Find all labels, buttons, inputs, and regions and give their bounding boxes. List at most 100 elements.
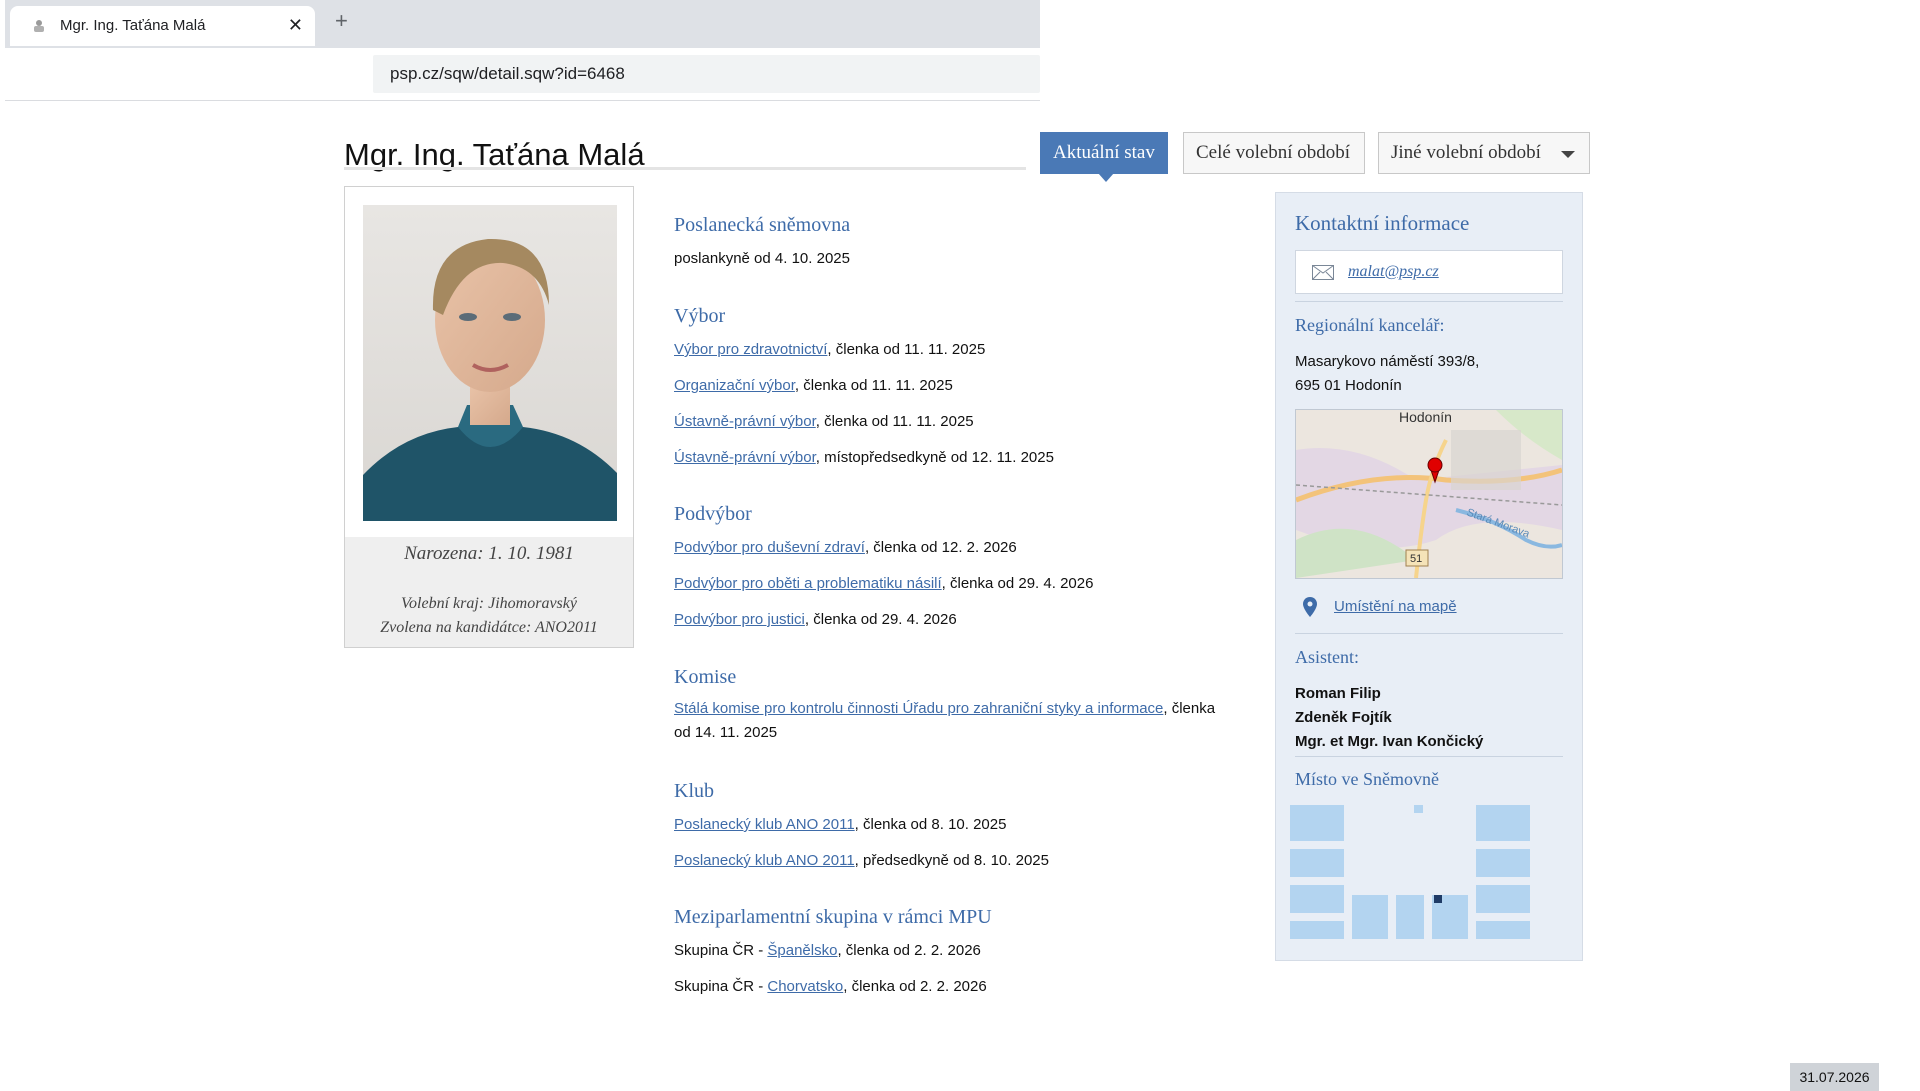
subcommittee-link[interactable]: Podvýbor pro justici bbox=[674, 611, 805, 628]
membership-text: , členka od 11. 11. 2025 bbox=[794, 377, 953, 394]
browser-tab[interactable]: Mgr. Ing. Taťána Malá ✕ bbox=[10, 6, 315, 46]
address-line-1: Masarykovo náměstí 393/8, bbox=[1295, 353, 1480, 370]
country-link[interactable]: Chorvatsko bbox=[767, 978, 843, 995]
chamber-seat-map[interactable] bbox=[1290, 805, 1540, 945]
seat-block bbox=[1352, 895, 1388, 939]
assistant-name: Roman Filip bbox=[1295, 685, 1381, 702]
chamber-membership: poslankyně od 4. 10. 2025 bbox=[674, 250, 850, 267]
date-badge: 31.07.2026 bbox=[1790, 1063, 1879, 1091]
tab-full-term[interactable]: Celé volební období bbox=[1183, 132, 1365, 174]
membership-text: , předsedkyně od 8. 10. 2025 bbox=[854, 852, 1049, 869]
candidate-list: Zvolena na kandidátce: ANO2011 bbox=[380, 619, 598, 636]
committee-link[interactable]: Ústavně-právní výbor bbox=[674, 413, 816, 430]
country-link[interactable]: Španělsko bbox=[767, 942, 837, 959]
assistant-heading: Asistent: bbox=[1295, 647, 1360, 667]
list-item: Skupina ČR - Chorvatsko, členka od 2. 2.… bbox=[674, 978, 987, 995]
address-line-2: 695 01 Hodonín bbox=[1295, 377, 1402, 394]
assistant-name: Zdeněk Fojtík bbox=[1295, 709, 1392, 726]
membership-text: , členka od 29. 4. 2026 bbox=[941, 575, 1094, 592]
regional-office-heading: Regionální kancelář: bbox=[1295, 315, 1445, 335]
list-item: Ústavně-právní výbor, členka od 11. 11. … bbox=[674, 413, 974, 430]
membership-text: , členka od 12. 2. 2026 bbox=[864, 539, 1017, 556]
other-term-dropdown[interactable]: Jiné volební období bbox=[1378, 132, 1590, 174]
club-link[interactable]: Poslanecký klub ANO 2011 bbox=[674, 852, 855, 869]
list-item: Podvýbor pro duševní zdraví, členka od 1… bbox=[674, 539, 1017, 556]
tab-full-term-label: Celé volební období bbox=[1196, 142, 1351, 163]
subcommittee-link[interactable]: Podvýbor pro duševní zdraví bbox=[674, 539, 865, 556]
section-heading-ipu: Meziparlamentní skupina v rámci MPU bbox=[674, 906, 992, 928]
seat-block bbox=[1476, 805, 1530, 841]
seat-block bbox=[1476, 921, 1530, 939]
committee-link[interactable]: Výbor pro zdravotnictví bbox=[674, 341, 827, 358]
subcommittee-link[interactable]: Podvýbor pro oběti a problematiku násilí bbox=[674, 575, 942, 592]
seat-block bbox=[1290, 805, 1344, 841]
map-image: Hodonín Stará Morava 51 bbox=[1296, 410, 1562, 578]
new-tab-button[interactable]: + bbox=[335, 8, 348, 34]
list-item: Poslanecký klub ANO 2011, předsedkyně od… bbox=[674, 852, 1049, 869]
profile-card: Narozena: 1. 10. 1981 Volební kraj: Jiho… bbox=[344, 186, 634, 648]
seat-block bbox=[1290, 921, 1344, 939]
section-heading-club: Klub bbox=[674, 780, 714, 802]
tab-current-state[interactable]: Aktuální stav bbox=[1040, 132, 1168, 182]
title-divider bbox=[344, 167, 1026, 170]
seat-block bbox=[1290, 885, 1344, 913]
group-prefix: Skupina ČR - bbox=[674, 942, 768, 959]
map-location-link[interactable]: Umístění na mapě bbox=[1334, 598, 1457, 615]
seat-block bbox=[1396, 895, 1424, 939]
close-tab-icon[interactable]: ✕ bbox=[288, 15, 303, 36]
browser-toolbar: psp.cz/sqw/detail.sqw?id=6468 bbox=[5, 48, 1040, 101]
membership-text: , členka od 11. 11. 2025 bbox=[815, 413, 974, 430]
seat-heading: Místo ve Sněmovně bbox=[1295, 769, 1439, 789]
committee-link[interactable]: Organizační výbor bbox=[674, 377, 795, 394]
list-item: Organizační výbor, členka od 11. 11. 202… bbox=[674, 377, 953, 394]
membership-text: , členka od 29. 4. 2026 bbox=[804, 611, 957, 628]
assistant-name: Mgr. et Mgr. Ivan Končický bbox=[1295, 733, 1484, 750]
membership-text: , členka od 2. 2. 2026 bbox=[837, 942, 981, 959]
section-heading-committee: Výbor bbox=[674, 305, 726, 327]
birth-date: Narozena: 1. 10. 1981 bbox=[404, 543, 574, 564]
parliament-emblem-icon bbox=[34, 20, 44, 32]
chevron-down-icon bbox=[1561, 151, 1575, 158]
commission-link[interactable]: Stálá komise pro kontrolu činnosti Úřadu… bbox=[674, 700, 1163, 717]
email-box[interactable]: malat@psp.cz bbox=[1295, 250, 1563, 294]
list-item: Poslanecký klub ANO 2011, členka od 8. 1… bbox=[674, 816, 1006, 833]
divider bbox=[1295, 756, 1563, 757]
current-seat-marker bbox=[1434, 895, 1442, 903]
divider bbox=[1295, 633, 1563, 634]
tab-current-state-label: Aktuální stav bbox=[1053, 142, 1155, 163]
group-prefix: Skupina ČR - bbox=[674, 978, 768, 995]
divider bbox=[1295, 301, 1563, 302]
committee-link[interactable]: Ústavně-právní výbor bbox=[674, 449, 816, 466]
membership-text: , členka od 11. 11. 2025 bbox=[827, 341, 986, 358]
electoral-district: Volební kraj: Jihomoravský bbox=[401, 595, 577, 612]
browser-tab-bar: Mgr. Ing. Taťána Malá ✕ + bbox=[5, 0, 1040, 48]
seat-block bbox=[1290, 849, 1344, 877]
map-city-label: Hodonín bbox=[1399, 410, 1452, 425]
contact-heading: Kontaktní informace bbox=[1295, 211, 1470, 235]
map-pin-icon bbox=[1303, 597, 1317, 617]
tab-title: Mgr. Ing. Taťána Malá bbox=[60, 17, 206, 34]
membership-text: , místopředsedkyně od 12. 11. 2025 bbox=[815, 449, 1054, 466]
envelope-icon bbox=[1312, 265, 1334, 280]
membership-text: , členka od 8. 10. 2025 bbox=[854, 816, 1007, 833]
url-text[interactable]: psp.cz/sqw/detail.sqw?id=6468 bbox=[390, 64, 625, 84]
email-link[interactable]: malat@psp.cz bbox=[1348, 263, 1439, 281]
section-heading-chamber: Poslanecká sněmovna bbox=[674, 214, 851, 236]
photo-frame bbox=[345, 187, 633, 537]
list-item: Podvýbor pro justici, členka od 29. 4. 2… bbox=[674, 611, 957, 628]
portrait-photo bbox=[363, 205, 617, 521]
list-item: Ústavně-právní výbor, místopředsedkyně o… bbox=[674, 449, 1054, 466]
list-item: Skupina ČR - Španělsko, členka od 2. 2. … bbox=[674, 942, 981, 959]
list-item: Výbor pro zdravotnictví, členka od 11. 1… bbox=[674, 341, 985, 358]
other-term-label: Jiné volební období bbox=[1391, 142, 1541, 163]
club-link[interactable]: Poslanecký klub ANO 2011 bbox=[674, 816, 855, 833]
office-map[interactable]: Hodonín Stará Morava 51 bbox=[1295, 409, 1563, 579]
seat-block bbox=[1476, 849, 1530, 877]
section-heading-commission: Komise bbox=[674, 666, 737, 688]
map-road-label: 51 bbox=[1410, 553, 1422, 565]
membership-text: , členka od 2. 2. 2026 bbox=[843, 978, 987, 995]
seat-block bbox=[1476, 885, 1530, 913]
contact-panel: Kontaktní informace malat@psp.cz Regioná… bbox=[1275, 192, 1583, 961]
address-bar[interactable]: psp.cz/sqw/detail.sqw?id=6468 bbox=[373, 55, 1040, 93]
seat-block bbox=[1414, 805, 1423, 813]
